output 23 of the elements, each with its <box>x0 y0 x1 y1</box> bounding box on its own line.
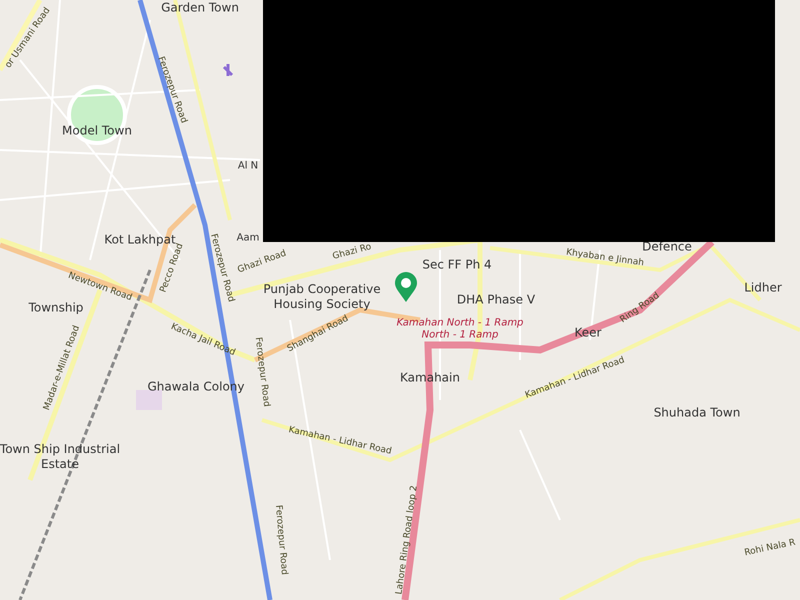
ramp-label: North - 1 Ramp <box>422 330 498 340</box>
place-label: Township <box>28 300 84 316</box>
road-label: Ferozepur Road <box>252 336 272 408</box>
place-label: Model Town <box>62 124 132 138</box>
place-label: Sec FF Ph 4 <box>422 258 492 272</box>
road-label: Ghazi Ro <box>332 242 372 262</box>
location-pin-icon <box>394 272 418 303</box>
place-label: Shuhada Town <box>654 406 740 420</box>
place-label: Punjab Cooperative Housing Society <box>262 282 382 312</box>
road-label: Rohi Nala R <box>744 538 796 558</box>
road-label: Ferozepur Road <box>272 504 290 576</box>
place-label: Keer <box>574 326 602 340</box>
place-label: Town Ship Industrial Estate <box>0 442 122 472</box>
place-label: Al N <box>238 160 258 172</box>
road-label: Lahore Ring Road loop 2 <box>394 484 420 596</box>
place-label: Lidher <box>744 280 782 296</box>
place-label: Defence <box>642 240 692 254</box>
place-label: DHA Phase V <box>456 292 536 308</box>
place-label: Aam <box>236 232 260 244</box>
ramp-label: Kamahan North - 1 Ramp <box>396 318 524 328</box>
road-label: Ghazi Road <box>236 248 288 276</box>
place-label: Kamahain <box>400 370 460 386</box>
place-label: Garden Town <box>161 0 239 16</box>
